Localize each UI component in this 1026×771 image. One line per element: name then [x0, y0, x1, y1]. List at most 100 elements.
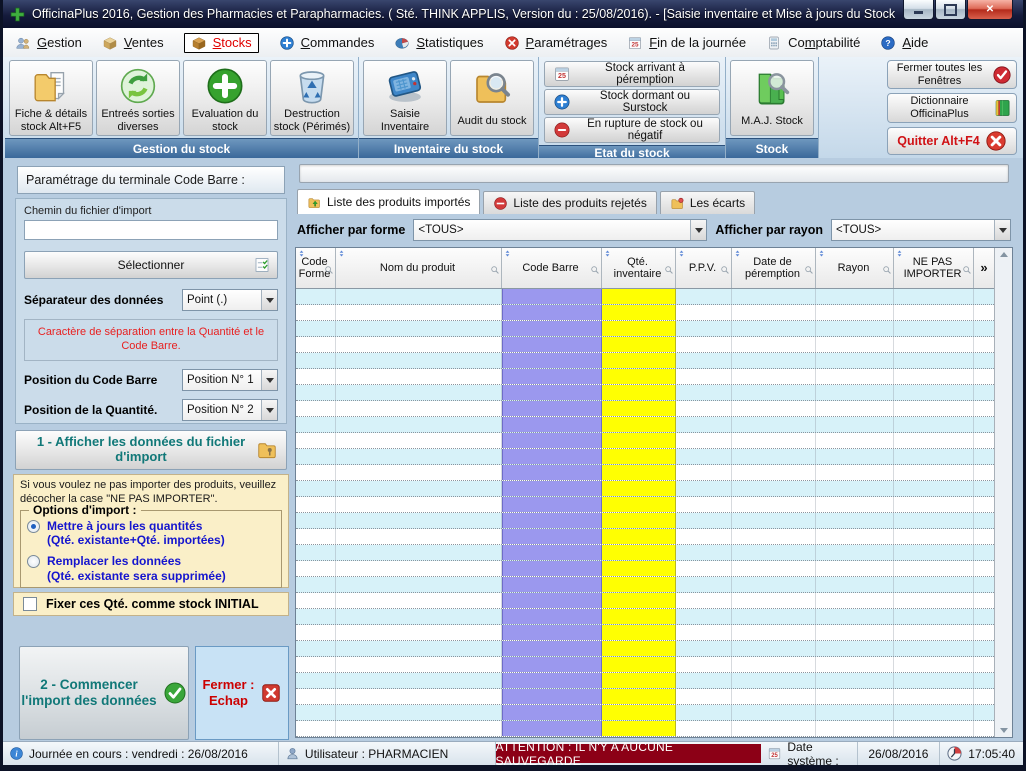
- table-row[interactable]: [296, 657, 994, 673]
- chevron-down-icon[interactable]: [261, 400, 277, 420]
- table-row[interactable]: [296, 593, 994, 609]
- table-row[interactable]: [296, 561, 994, 577]
- scroll-down-icon[interactable]: [1000, 728, 1008, 733]
- toolbar-button-fiche-details-stock-alt-f5[interactable]: Fiche & détails stock Alt+F5: [9, 60, 93, 136]
- scroll-up-icon[interactable]: [1000, 252, 1008, 257]
- table-row[interactable]: [296, 529, 994, 545]
- table-row[interactable]: [296, 673, 994, 689]
- option-update-quantities[interactable]: Mettre à jours les quantités (Qté. exist…: [27, 519, 275, 548]
- table-row[interactable]: [296, 289, 994, 305]
- table-row[interactable]: [296, 545, 994, 561]
- checkbox-icon[interactable]: [23, 597, 37, 611]
- search-icon[interactable]: [324, 265, 334, 275]
- sort-icon[interactable]: [677, 249, 686, 258]
- menu-item-statistiques[interactable]: Statistiques: [394, 35, 483, 51]
- toolbar-button-stock-arrivant-a-peremption[interactable]: 25Stock arrivant à péremption: [544, 61, 720, 87]
- table-row[interactable]: [296, 513, 994, 529]
- column-header-ne-pas-importer[interactable]: NE PAS IMPORTER: [894, 248, 974, 288]
- table-row[interactable]: [296, 321, 994, 337]
- toolbar-button-stock-dormant-ou-surstock[interactable]: Stock dormant ou Surstock: [544, 89, 720, 115]
- search-icon[interactable]: [804, 265, 814, 275]
- column-header-code-forme[interactable]: Code Forme: [296, 248, 336, 288]
- minimize-button[interactable]: [903, 0, 934, 20]
- sort-icon[interactable]: [297, 249, 306, 258]
- table-row[interactable]: [296, 721, 994, 737]
- table-row[interactable]: [296, 465, 994, 481]
- search-icon[interactable]: [882, 265, 892, 275]
- menu-item-gestion[interactable]: Gestion: [15, 35, 82, 51]
- close-button[interactable]: ✕: [967, 0, 1013, 20]
- sort-icon[interactable]: [895, 249, 904, 258]
- table-row[interactable]: [296, 337, 994, 353]
- option-replace-data[interactable]: Remplacer les données (Qté. existante se…: [27, 554, 275, 583]
- menu-item-commandes[interactable]: Commandes: [279, 35, 375, 51]
- menu-item-aide[interactable]: ?Aide: [880, 35, 928, 51]
- chevron-down-icon[interactable]: [261, 370, 277, 390]
- column-header-nom-du-produit[interactable]: Nom du produit: [336, 248, 502, 288]
- toolbar-button-en-rupture-de-stock-ou-negatif[interactable]: En rupture de stock ou négatif: [544, 117, 720, 143]
- sort-icon[interactable]: [817, 249, 826, 258]
- tab-liste-des-produits-importes[interactable]: Liste des produits importés: [297, 189, 480, 214]
- close-escape-button[interactable]: Fermer : Echap: [195, 646, 289, 740]
- toolbar-button-evaluation-du-stock[interactable]: Evaluation du stock: [183, 60, 267, 136]
- toolbar-button-entrees-sorties-diverses[interactable]: Entreés sorties diverses: [96, 60, 180, 136]
- column-header-p-p-v[interactable]: P.P.V.: [676, 248, 732, 288]
- menu-item-parametrages[interactable]: Paramétrages: [504, 35, 608, 51]
- table-row[interactable]: [296, 689, 994, 705]
- table-row[interactable]: [296, 577, 994, 593]
- table-row[interactable]: [296, 417, 994, 433]
- toolbar-button-m-a-j-stock[interactable]: M.A.J. Stock: [730, 60, 814, 136]
- search-icon[interactable]: [664, 265, 674, 275]
- menu-item-stocks[interactable]: Stocks: [184, 33, 259, 53]
- show-import-data-button[interactable]: 1 - Afficher les données du fichier d'im…: [15, 430, 287, 470]
- column-header-qte-inventaire[interactable]: Qté. inventaire: [602, 248, 676, 288]
- column-header-date-de-peremption[interactable]: Date de péremption: [732, 248, 816, 288]
- sort-icon[interactable]: [733, 249, 742, 258]
- select-file-button[interactable]: Sélectionner: [24, 251, 278, 279]
- sort-icon[interactable]: [337, 249, 346, 258]
- toolbar-button-fermer-toutes-les-fenetres[interactable]: Fermer toutes les Fenêtres: [887, 60, 1017, 89]
- filter-rayon-select[interactable]: <TOUS>: [831, 219, 1011, 241]
- table-row[interactable]: [296, 481, 994, 497]
- separator-select[interactable]: Point (.): [182, 289, 278, 311]
- table-row[interactable]: [296, 369, 994, 385]
- sort-icon[interactable]: [603, 249, 612, 258]
- table-row[interactable]: [296, 609, 994, 625]
- menu-item-comptabilite[interactable]: Comptabilité: [766, 35, 860, 51]
- filter-form-select[interactable]: <TOUS>: [413, 219, 707, 241]
- search-icon[interactable]: [590, 265, 600, 275]
- table-row[interactable]: [296, 497, 994, 513]
- sort-icon[interactable]: [503, 249, 512, 258]
- table-row[interactable]: [296, 401, 994, 417]
- column-header-code-barre[interactable]: Code Barre: [502, 248, 602, 288]
- table-row[interactable]: [296, 705, 994, 721]
- column-header-rayon[interactable]: Rayon: [816, 248, 894, 288]
- radio-selected-icon[interactable]: [27, 520, 40, 533]
- chevron-down-icon[interactable]: [690, 220, 706, 240]
- toolbar-button-dictionnaire-officinaplus[interactable]: Dictionnaire OfficinaPlus: [887, 93, 1017, 122]
- barcode-position-select[interactable]: Position N° 1: [182, 369, 278, 391]
- toolbar-button-quitter-alt-f4[interactable]: Quitter Alt+F4: [887, 127, 1017, 155]
- table-row[interactable]: [296, 641, 994, 657]
- tab-liste-des-produits-rejetes[interactable]: Liste des produits rejetés: [483, 191, 656, 214]
- chevron-down-icon[interactable]: [994, 220, 1010, 240]
- search-icon[interactable]: [490, 265, 500, 275]
- toolbar-button-destruction-stock-perimes[interactable]: Destruction stock (Périmés): [270, 60, 354, 136]
- vertical-scrollbar[interactable]: [994, 248, 1012, 737]
- table-row[interactable]: [296, 433, 994, 449]
- table-row[interactable]: [296, 385, 994, 401]
- column-header-overflow[interactable]: »: [974, 248, 994, 288]
- qty-position-select[interactable]: Position N° 2: [182, 399, 278, 421]
- menu-item-fin-de-la-journee[interactable]: 25Fin de la journée: [627, 35, 746, 51]
- start-import-button[interactable]: 2 - Commencer l'import des données: [19, 646, 189, 740]
- table-row[interactable]: [296, 305, 994, 321]
- table-row[interactable]: [296, 625, 994, 641]
- menu-item-ventes[interactable]: Ventes: [102, 35, 164, 51]
- search-icon[interactable]: [720, 265, 730, 275]
- tab-les-ecarts[interactable]: Les écarts: [660, 191, 755, 214]
- search-icon[interactable]: [962, 265, 972, 275]
- table-row[interactable]: [296, 353, 994, 369]
- initial-stock-row[interactable]: Fixer ces Qté. comme stock INITIAL: [13, 592, 289, 616]
- radio-unselected-icon[interactable]: [27, 555, 40, 568]
- maximize-button[interactable]: [935, 0, 966, 20]
